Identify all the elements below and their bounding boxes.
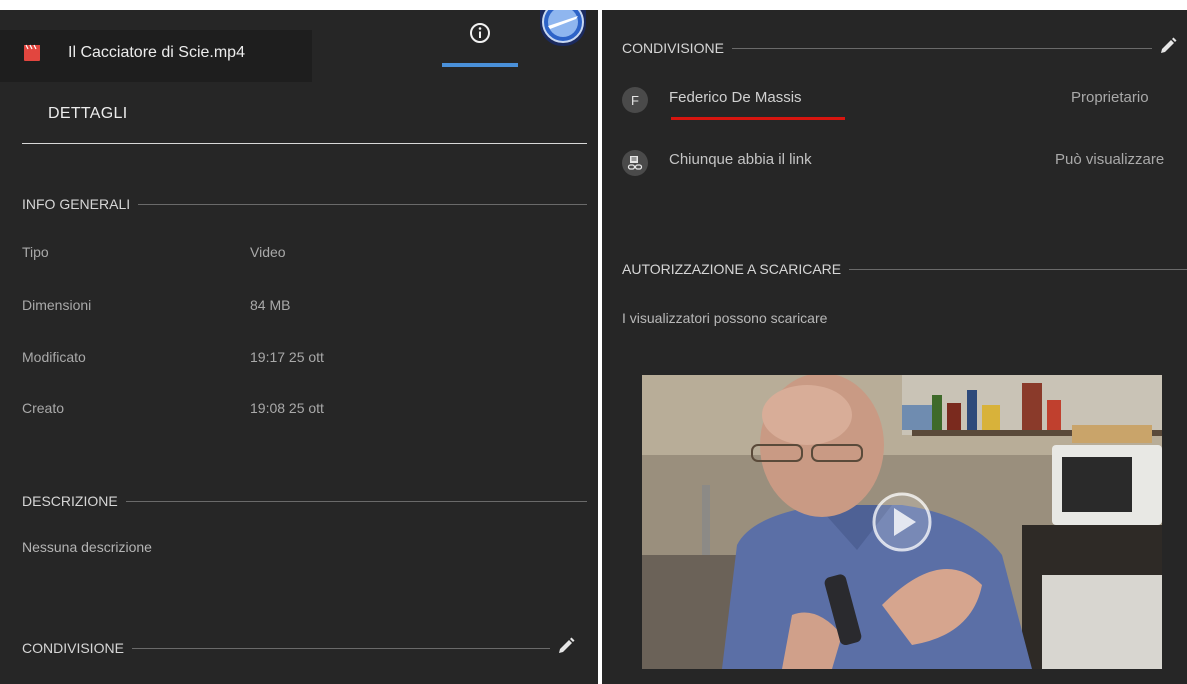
info-value: Video (250, 244, 286, 260)
info-label: Dimensioni (22, 297, 92, 313)
pencil-icon[interactable] (557, 637, 575, 655)
section-title: AUTORIZZAZIONE A SCARICARE (622, 261, 842, 277)
section-rule (131, 647, 550, 649)
section-info-generali: INFO GENERALI (22, 196, 587, 212)
download-permission-text[interactable]: I visualizzatori possono scaricare (622, 310, 827, 326)
file-header[interactable]: Il Cacciatore di Scie.mp4 (0, 30, 312, 82)
info-value: 19:17 25 ott (250, 349, 324, 365)
section-autorizzazione: AUTORIZZAZIONE A SCARICARE (622, 261, 1187, 277)
section-rule (731, 47, 1152, 49)
section-rule (849, 268, 1187, 270)
section-descrizione: DESCRIZIONE (22, 493, 587, 509)
info-value: 84 MB (250, 297, 291, 313)
section-title: DESCRIZIONE (22, 493, 118, 509)
section-title: CONDIVISIONE (22, 640, 124, 656)
info-label: Modificato (22, 349, 86, 365)
link-permission[interactable]: Può visualizzare (1055, 151, 1164, 168)
divider (22, 143, 587, 144)
section-condivisione: CONDIVISIONE (22, 640, 550, 656)
pencil-icon[interactable] (1159, 37, 1177, 55)
user-avatar[interactable] (540, 10, 586, 46)
tab-title: DETTAGLI (48, 105, 128, 122)
video-thumbnail[interactable] (642, 375, 1162, 669)
file-title: Il Cacciatore di Scie.mp4 (68, 44, 245, 61)
details-panel: Il Cacciatore di Scie.mp4 DETTAGLI INFO … (0, 10, 598, 684)
owner-avatar: F (622, 87, 648, 113)
info-icon (469, 22, 491, 67)
section-title: INFO GENERALI (22, 196, 131, 212)
owner-underline (671, 117, 845, 120)
info-label: Creato (22, 400, 65, 416)
info-label: Tipo (22, 244, 49, 260)
tab-active-indicator (442, 63, 518, 67)
section-title: CONDIVISIONE (622, 40, 724, 56)
video-file-icon (23, 44, 41, 62)
info-value: 19:08 25 ott (250, 400, 324, 416)
owner-role: Proprietario (1071, 89, 1149, 106)
description-text[interactable]: Nessuna descrizione (22, 539, 152, 555)
section-rule (125, 500, 587, 502)
link-sharing-text[interactable]: Chiunque abbia il link (669, 151, 812, 168)
tab-info[interactable] (442, 10, 518, 67)
section-rule (138, 203, 587, 205)
sharing-panel: CONDIVISIONE F Federico De Massis Propri… (602, 10, 1187, 684)
owner-name[interactable]: Federico De Massis (669, 89, 802, 106)
link-icon (622, 150, 648, 176)
section-condivisione: CONDIVISIONE (622, 40, 1152, 56)
